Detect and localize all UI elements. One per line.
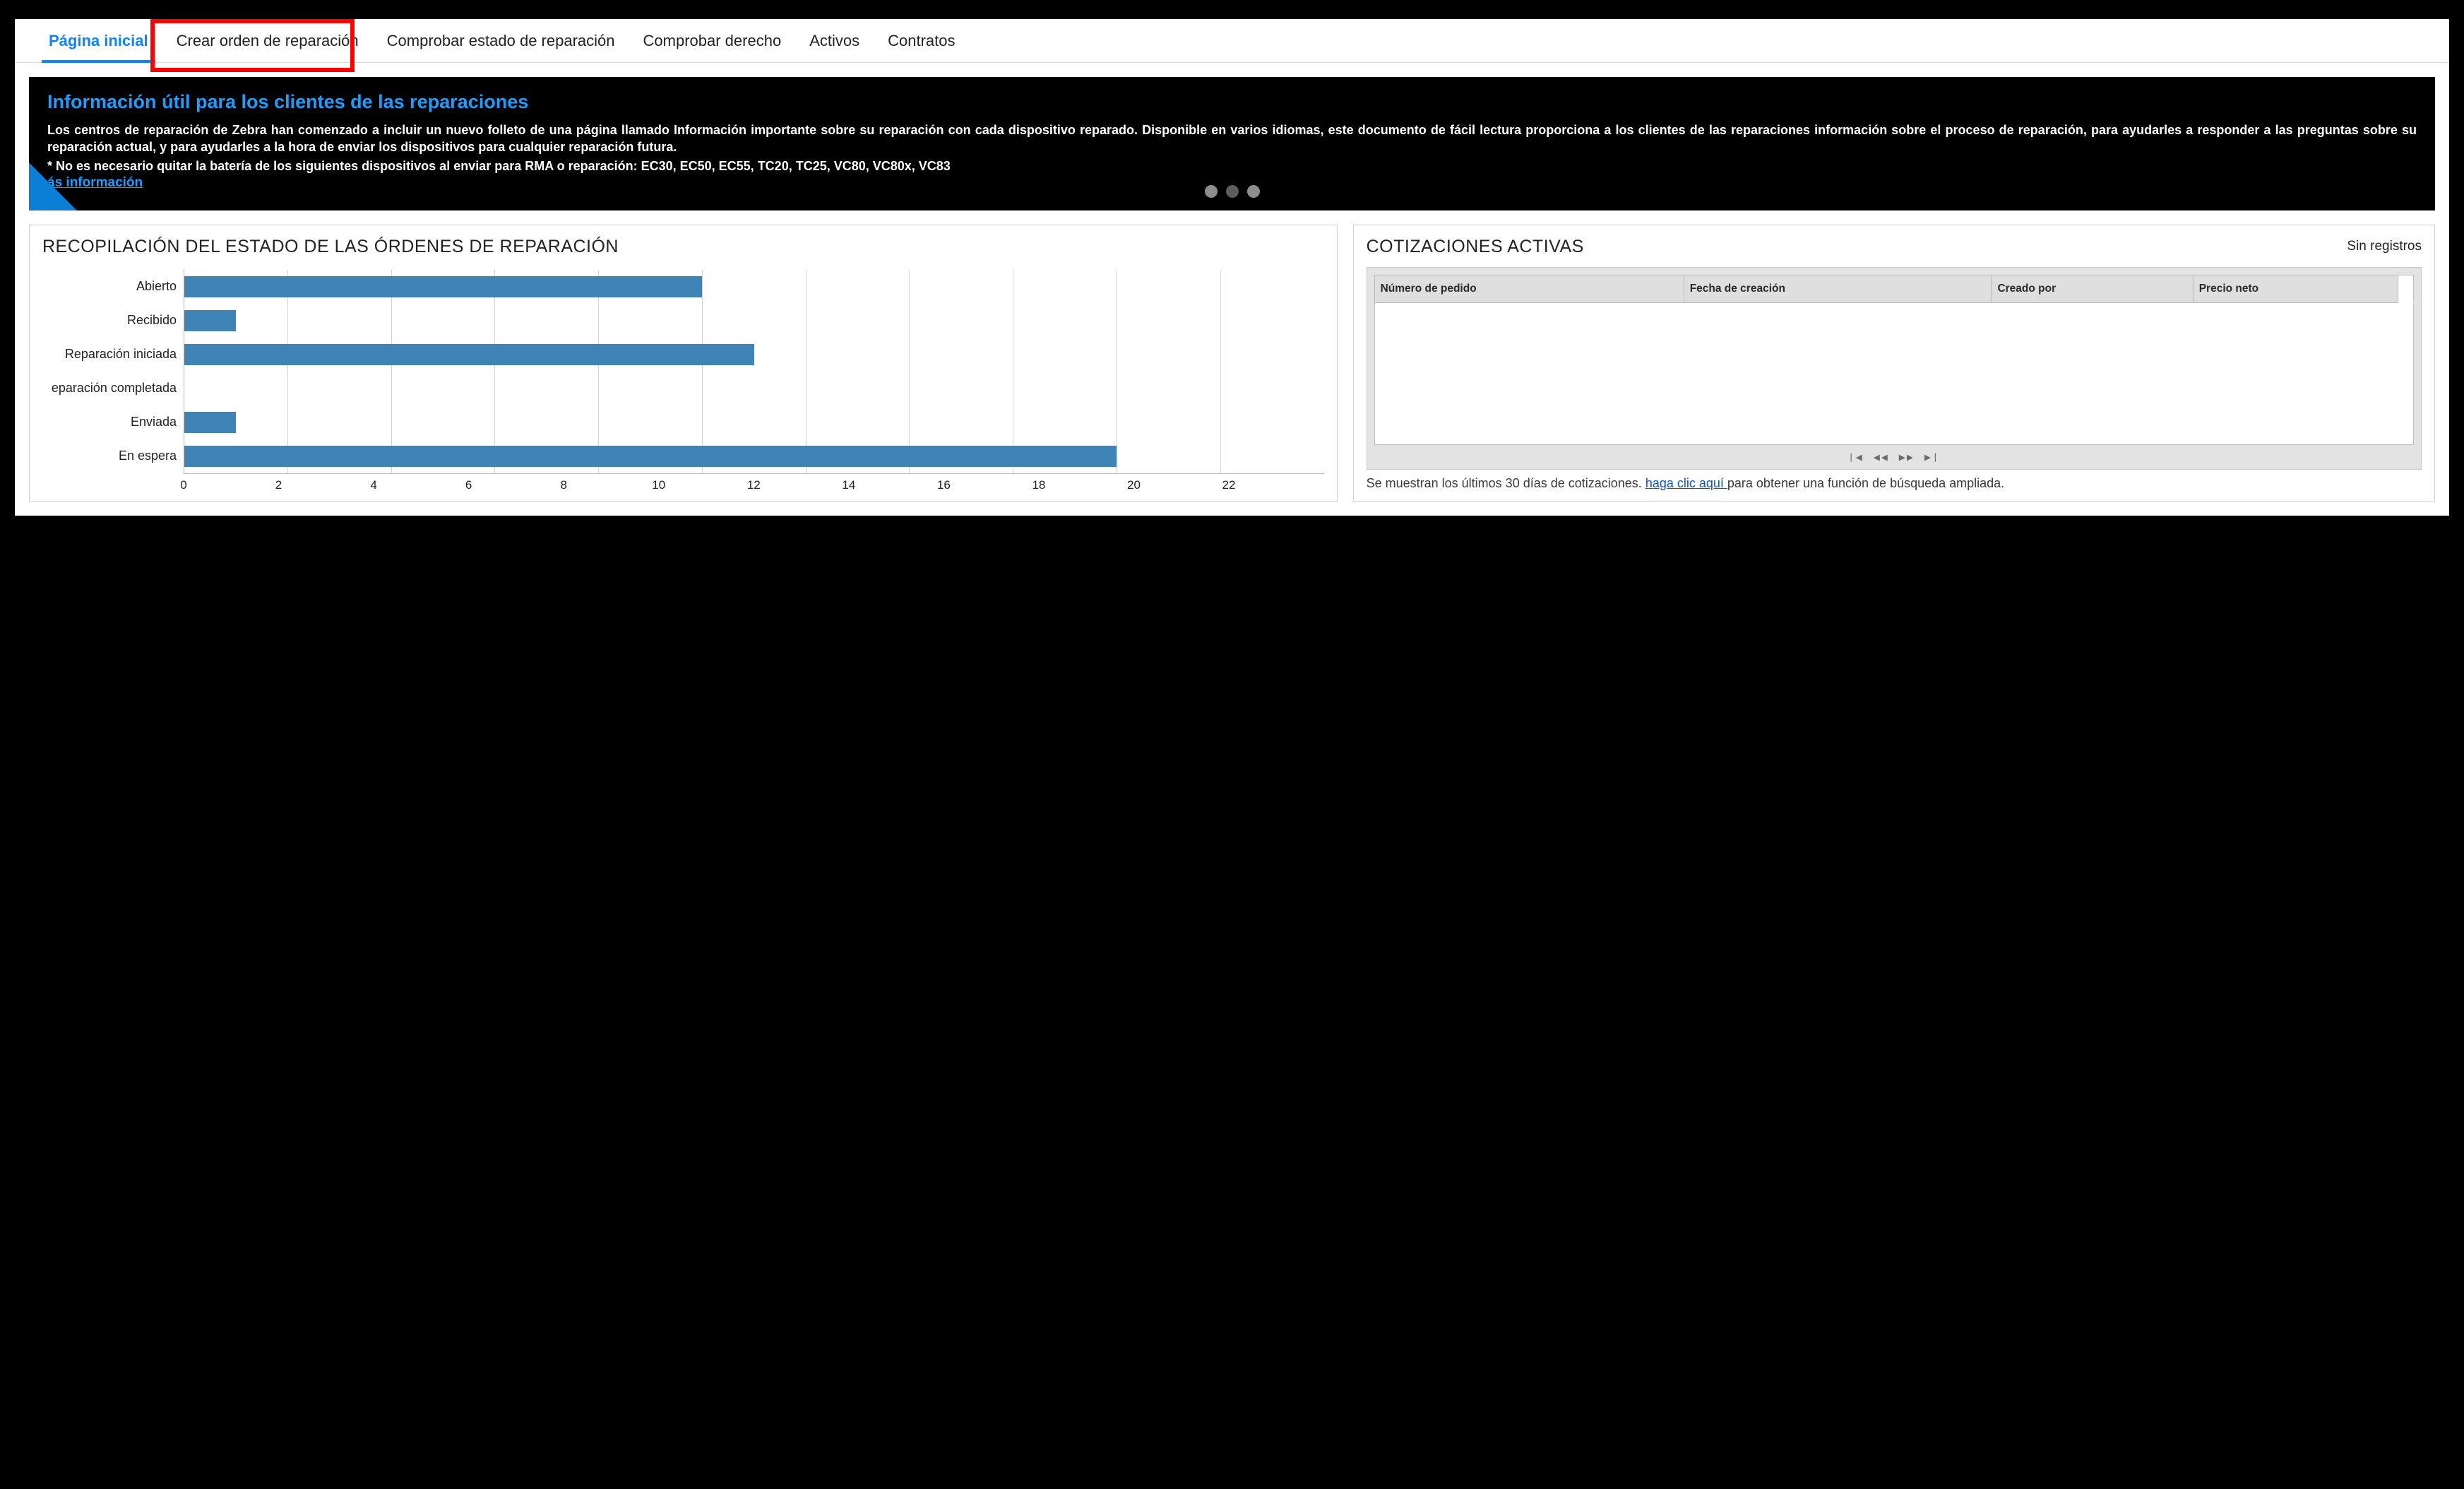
chart-x-tick: 18 [992,474,1087,492]
tab-check-entitlement[interactable]: Comprobar derecho [629,19,796,62]
quotes-col-created-date[interactable]: Fecha de creación [1684,275,1992,302]
chart-bar[interactable] [184,310,236,331]
chart-x-tick: 6 [421,474,516,492]
active-quotes-empty-label: Sin registros [2347,239,2422,254]
chart-category-labels: Abierto Recibido Reparación iniciada epa… [42,270,184,473]
quotes-table: Número de pedido Fecha de creación Cread… [1374,275,2414,303]
chart-x-tick: 2 [231,474,326,492]
pager-first-icon[interactable]: ❘◀ [1848,451,1864,463]
chart-category-label: En espera [42,439,177,473]
banner-note: * No es necesario quitar la batería de l… [47,159,2417,174]
panels-row: RECOPILACIÓN DEL ESTADO DE LAS ÓRDENES D… [15,210,2449,516]
repair-status-title: RECOPILACIÓN DEL ESTADO DE LAS ÓRDENES D… [42,237,1324,257]
pager-next-icon[interactable]: ▶▶ [1899,451,1915,463]
quotes-caption-suffix: para obtener una función de búsqueda amp… [1727,476,2004,490]
chart-bar[interactable] [184,446,1117,467]
chart-x-tick: 14 [802,474,897,492]
quotes-col-order-number[interactable]: Número de pedido [1374,275,1684,302]
chart-bars [184,270,1324,473]
chart-bar[interactable] [184,344,754,365]
chart-category-label: Enviada [42,405,177,439]
quotes-col-spacer [2398,275,2414,302]
tab-home[interactable]: Página inicial [35,19,162,62]
quotes-pager: ❘◀ ◀◀ ▶▶ ▶❘ [1374,444,2414,465]
chart-x-tick: 16 [896,474,992,492]
chart-x-tick: 20 [1086,474,1182,492]
chart-x-tick: 8 [516,474,612,492]
pager-last-icon[interactable]: ▶❘ [1924,451,1940,463]
pager-prev-icon[interactable]: ◀◀ [1874,451,1889,463]
banner-dot[interactable] [1205,185,1218,198]
tab-contracts[interactable]: Contratos [874,19,969,62]
banner-dot[interactable] [1247,185,1260,198]
chart-category-label: Abierto [42,270,177,304]
chart-x-tick: 12 [706,474,802,492]
quotes-col-net-price[interactable]: Precio neto [2193,275,2398,302]
tab-create-repair-order[interactable]: Crear orden de reparación [162,19,373,62]
quotes-table-body-empty [1374,303,2414,445]
banner-more-link[interactable]: ás información [47,175,143,191]
tab-bar: Página inicial Crear orden de reparación… [15,19,2449,63]
quotes-caption-link[interactable]: haga clic aquí [1645,476,1727,490]
tab-assets[interactable]: Activos [795,19,874,62]
quotes-col-created-by[interactable]: Creado por [1992,275,2193,302]
active-quotes-title: COTIZACIONES ACTIVAS [1367,237,1584,257]
quotes-table-wrap: Número de pedido Fecha de creación Cread… [1367,267,2422,470]
banner-pagination-dots [1205,185,1260,198]
chart-category-label: Reparación iniciada [42,338,177,372]
repair-status-chart: Abierto Recibido Reparación iniciada epa… [42,270,1324,492]
chart-x-tick: 10 [611,474,706,492]
quotes-caption: Se muestran los últimos 30 días de cotiz… [1367,475,2422,492]
chart-x-tick: 4 [326,474,422,492]
chart-bar[interactable] [184,276,702,297]
info-banner: Información útil para los clientes de la… [29,77,2435,210]
chart-x-tick: 0 [136,474,232,492]
chart-x-axis: 0246810121416182022 [184,473,1324,492]
banner-body: Los centros de reparación de Zebra han c… [47,121,2417,156]
banner-dot[interactable] [1226,185,1239,198]
tab-check-repair-status[interactable]: Comprobar estado de reparación [373,19,629,62]
quotes-caption-prefix: Se muestran los últimos 30 días de cotiz… [1367,476,1645,490]
chart-category-label: eparación completada [42,372,177,405]
repair-status-panel: RECOPILACIÓN DEL ESTADO DE LAS ÓRDENES D… [29,225,1338,502]
chart-bar[interactable] [184,412,236,433]
chart-x-tick: 22 [1182,474,1277,492]
active-quotes-panel: COTIZACIONES ACTIVAS Sin registros Númer… [1353,225,2435,502]
banner-title: Información útil para los clientes de la… [47,91,2417,113]
chart-category-label: Recibido [42,304,177,338]
chart-plot-area [184,270,1324,473]
app-window: Página inicial Crear orden de reparación… [14,18,2450,516]
